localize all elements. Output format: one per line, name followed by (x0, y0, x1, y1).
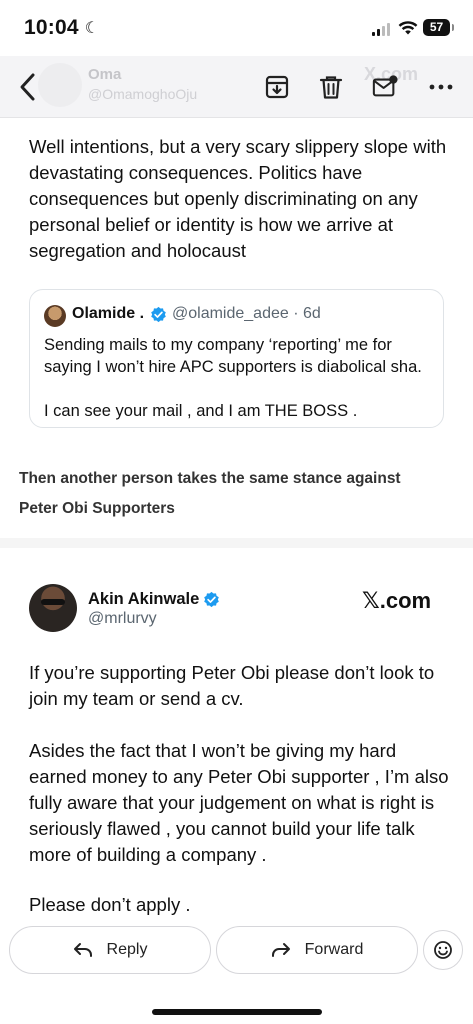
status-bar: 10:04 ☾ 57 (0, 0, 473, 56)
forward-button[interactable]: Forward (216, 926, 418, 974)
sender-name: Oma (88, 66, 122, 83)
forward-arrow-icon (271, 943, 290, 957)
battery-indicator: 57 (423, 19, 454, 36)
x-domain-logo: 𝕏.com (362, 588, 432, 613)
clock-text: 10:04 (24, 16, 79, 39)
reply-arrow-icon (73, 943, 92, 957)
reply-label: Reply (106, 941, 148, 958)
quoted-tweet-card[interactable]: Olamide . @olamide_adee · 6d Sending mai… (29, 289, 444, 428)
cellular-signal-icon (372, 22, 392, 36)
section-divider (0, 538, 473, 548)
quoted-tweet-text-2: I can see your mail , and I am THE BOSS … (44, 402, 358, 420)
forward-label: Forward (304, 941, 364, 958)
smiley-icon (434, 941, 452, 959)
verified-badge-icon (204, 591, 219, 608)
more-icon[interactable] (428, 78, 454, 96)
commentary-text-line2: Peter Obi Supporters (19, 500, 175, 517)
sender-handle: @OmamoghoOju (88, 86, 198, 102)
mail-header: Oma @OmamoghoOju X.com (0, 56, 473, 118)
home-indicator[interactable] (152, 1009, 322, 1015)
reply-button[interactable]: Reply (9, 926, 211, 974)
quoted-author-avatar (44, 305, 66, 327)
sender-avatar (38, 63, 82, 107)
wifi-icon (398, 21, 418, 35)
commentary-text-line1: Then another person takes the same stanc… (19, 470, 401, 487)
tweet-author-avatar (29, 584, 77, 632)
trash-icon[interactable] (318, 74, 344, 100)
archive-icon[interactable] (264, 74, 290, 100)
quoted-author-handle: @olamide_adee · 6d (172, 305, 321, 322)
tweet-paragraph-2: Asides the fact that I won’t be giving m… (29, 740, 449, 865)
bottom-action-bar: Reply Forward (0, 918, 473, 1024)
tweet-author-name: Akin Akinwale (88, 590, 200, 608)
tweet-author-handle: @mrlurvy (88, 610, 157, 627)
tweet-paragraph-3: Please don’t apply . (29, 894, 191, 915)
body-paragraph: Well intentions, but a very scary slippe… (29, 136, 447, 261)
verified-badge-icon (151, 306, 166, 323)
focus-moon-icon: ☾ (84, 20, 100, 37)
tweet-paragraph-1: If you’re supporting Peter Obi please do… (29, 662, 435, 709)
quoted-tweet-text: Sending mails to my company ‘reporting’ … (44, 336, 422, 376)
quoted-author-name: Olamide . (72, 305, 145, 322)
status-time: 10:04 ☾ (24, 16, 99, 40)
emoji-reaction-button[interactable] (423, 930, 463, 970)
mail-unread-icon[interactable] (372, 74, 398, 100)
